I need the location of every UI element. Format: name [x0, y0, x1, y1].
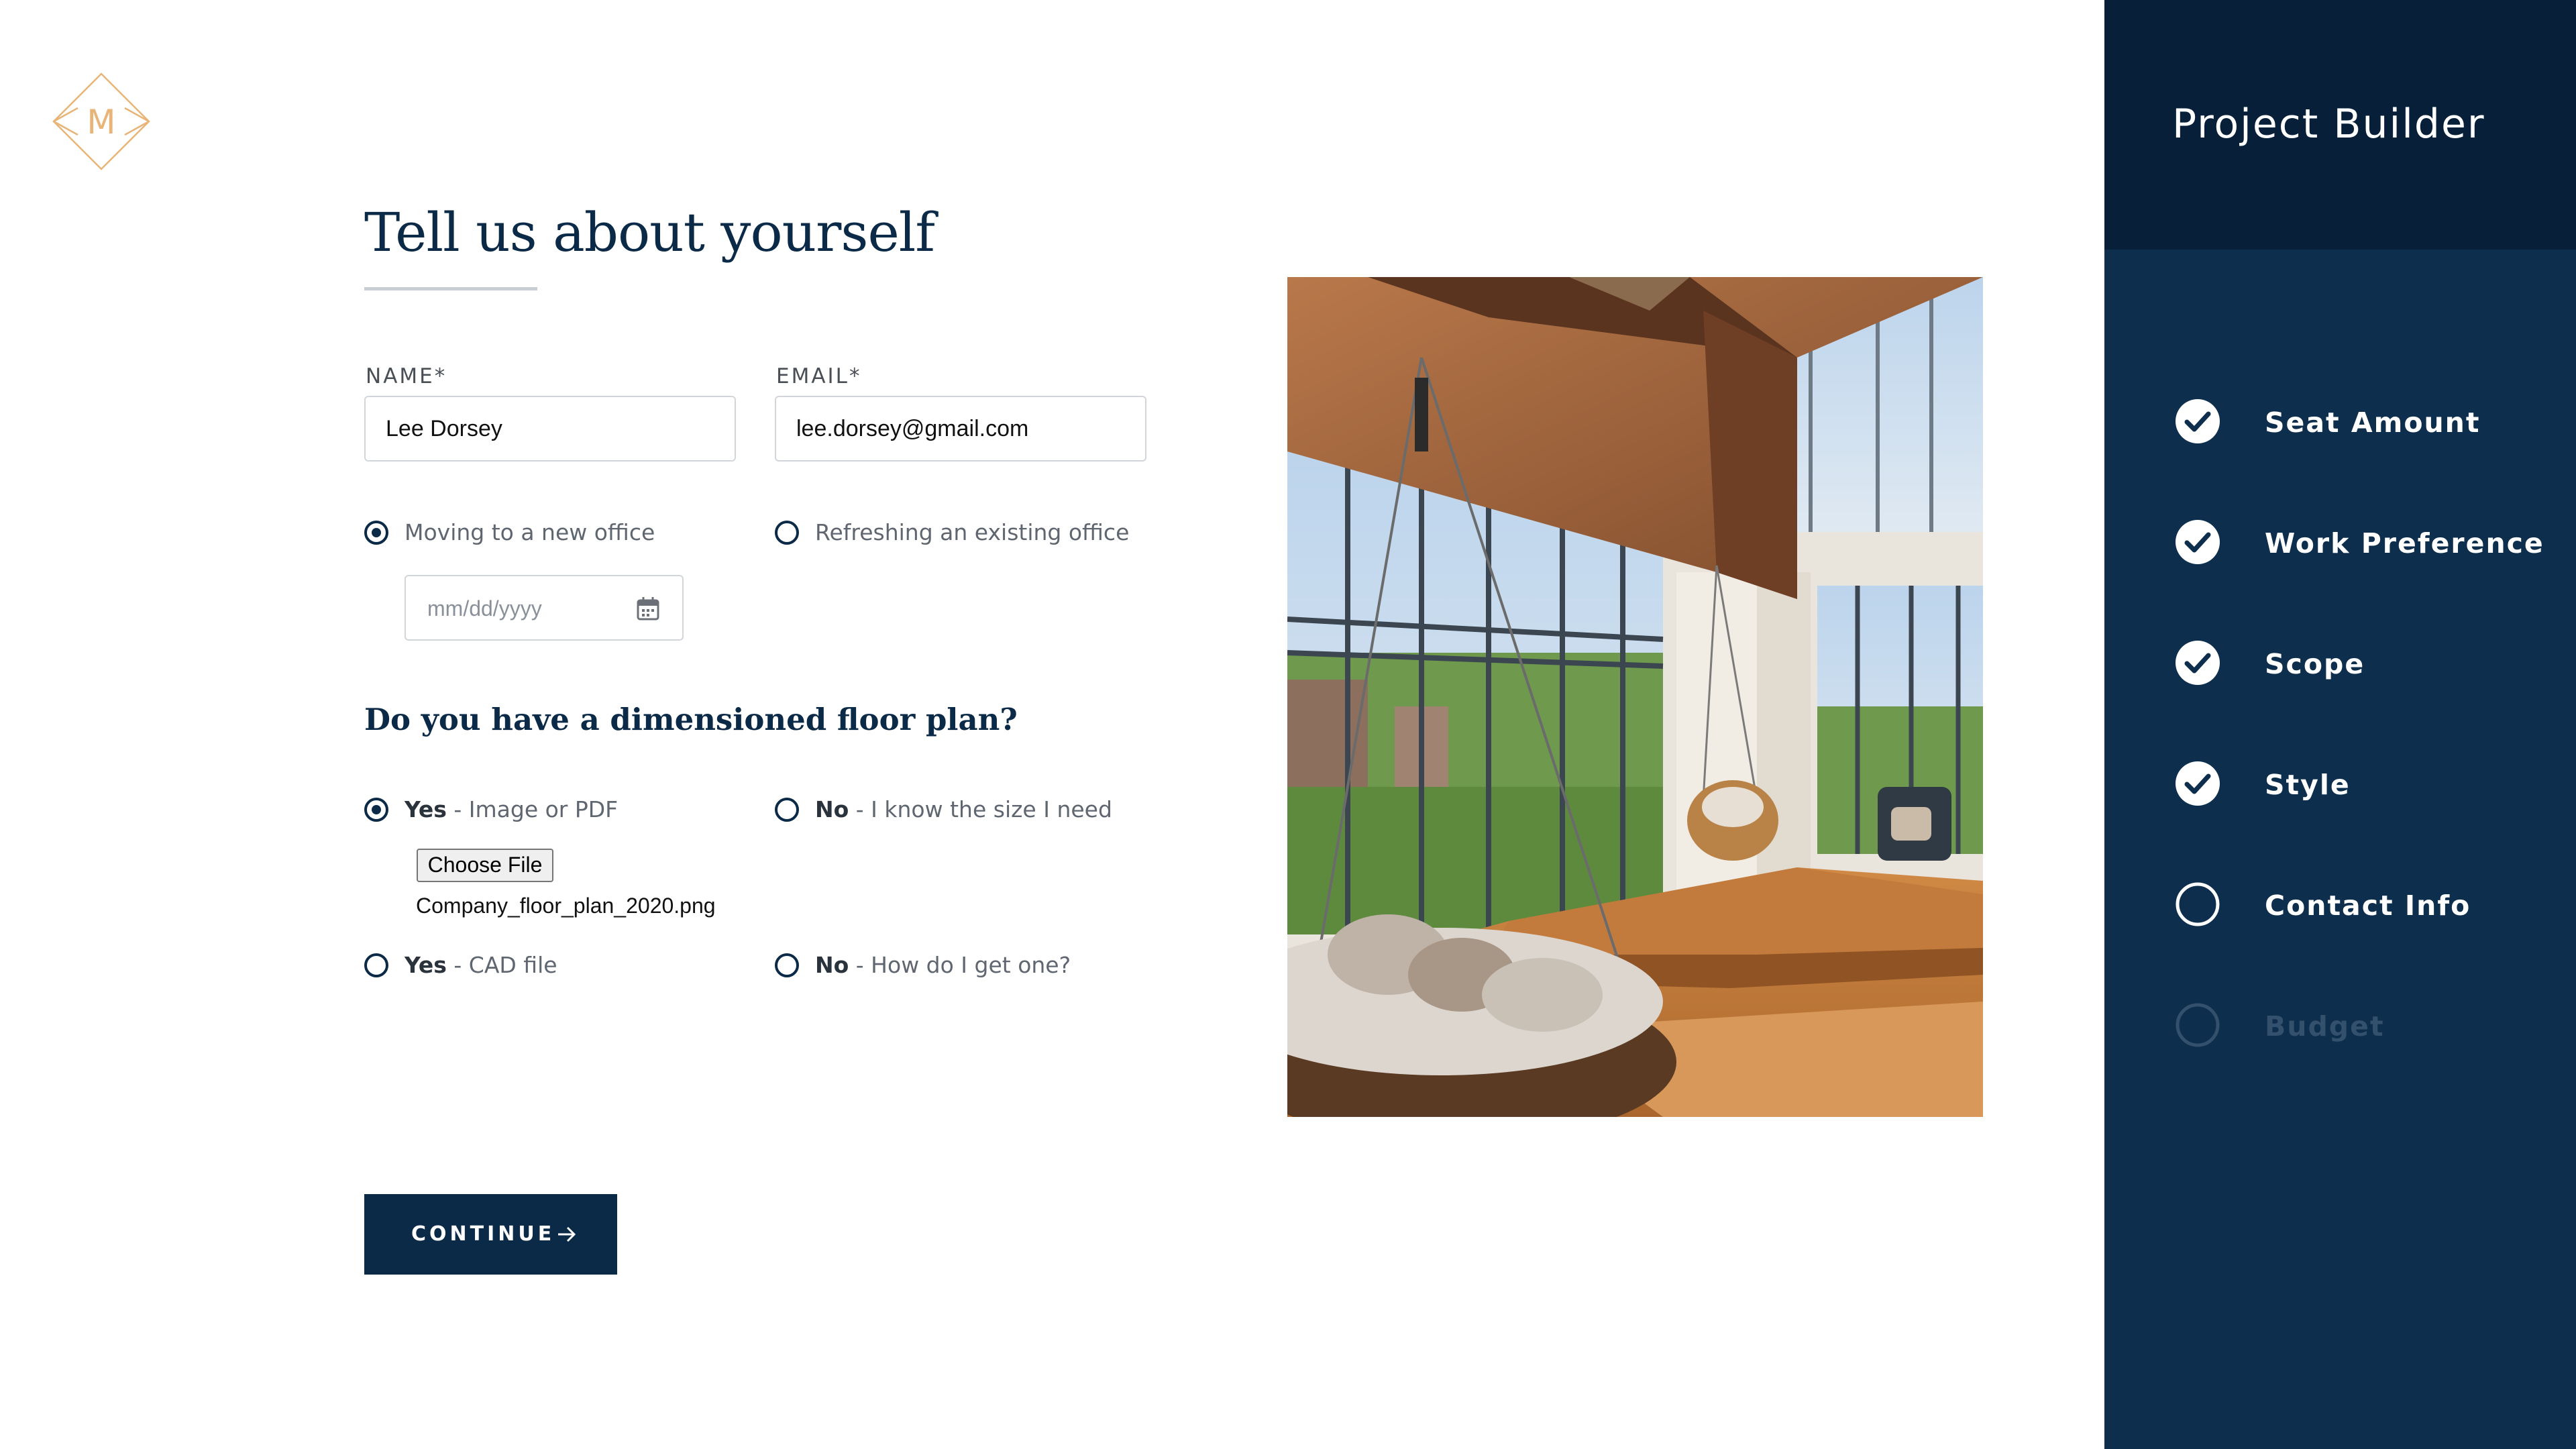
date-placeholder: mm/dd/yyyy [427, 596, 542, 621]
calendar-icon[interactable] [637, 596, 659, 621]
yes-image-pdf-label[interactable]: Yes - Image or PDF [405, 796, 618, 822]
move-date-input[interactable]: mm/dd/yyyy [405, 575, 684, 641]
project-builder-sidebar: Project Builder Seat Amount Work Prefere… [2104, 0, 2576, 1449]
name-input[interactable] [364, 396, 736, 462]
empty-circle-icon [2176, 1003, 2220, 1047]
page-title: Tell us about yourself [364, 201, 935, 264]
step-scope[interactable]: Scope [2104, 636, 2576, 690]
brand-logo: M [52, 72, 150, 170]
yes-image-pdf-radio[interactable] [364, 798, 388, 822]
step-label: Contact Info [2265, 890, 2471, 922]
step-label: Scope [2265, 648, 2365, 680]
step-label: Seat Amount [2265, 407, 2481, 439]
no-know-size-radio[interactable] [775, 798, 799, 822]
email-label: EMAIL* [776, 364, 862, 388]
step-contact-info[interactable]: Contact Info [2104, 877, 2576, 931]
logo-letter: M [87, 103, 115, 142]
no-know-size-label[interactable]: No - I know the size I need [815, 796, 1112, 822]
continue-button[interactable]: CONTINUE [364, 1194, 617, 1275]
refreshing-office-label[interactable]: Refreshing an existing office [815, 519, 1129, 545]
step-label: Budget [2265, 1010, 2385, 1042]
moving-new-office-radio[interactable] [364, 521, 388, 545]
name-label: NAME* [366, 364, 447, 388]
step-label: Style [2265, 769, 2351, 801]
floor-plan-question: Do you have a dimensioned floor plan? [364, 702, 1018, 737]
email-input[interactable] [775, 396, 1146, 462]
moving-new-office-label[interactable]: Moving to a new office [405, 519, 655, 545]
check-circle-icon [2176, 520, 2220, 564]
yes-cad-label[interactable]: Yes - CAD file [405, 952, 557, 978]
check-circle-icon [2176, 641, 2220, 685]
no-get-one-label[interactable]: No - How do I get one? [815, 952, 1071, 978]
step-label: Work Preference [2265, 527, 2544, 559]
refreshing-office-radio[interactable] [775, 521, 799, 545]
continue-label: CONTINUE [411, 1222, 555, 1246]
choose-file-button[interactable]: Choose File [417, 849, 553, 882]
arrow-right-icon [558, 1226, 576, 1242]
step-style[interactable]: Style [2104, 757, 2576, 810]
office-interior-photo [1287, 277, 1983, 1117]
check-circle-icon [2176, 761, 2220, 806]
sidebar-title: Project Builder [2172, 101, 2485, 148]
step-budget: Budget [2104, 998, 2576, 1052]
empty-circle-icon [2176, 882, 2220, 926]
no-get-one-radio[interactable] [775, 953, 799, 977]
step-work-preference[interactable]: Work Preference [2104, 515, 2576, 569]
yes-cad-radio[interactable] [364, 953, 388, 977]
step-seat-amount[interactable]: Seat Amount [2104, 394, 2576, 448]
sidebar-header: Project Builder [2104, 0, 2576, 250]
title-underline [364, 287, 537, 290]
check-circle-icon [2176, 399, 2220, 443]
selected-file-name: Company_floor_plan_2020.png [416, 894, 716, 918]
